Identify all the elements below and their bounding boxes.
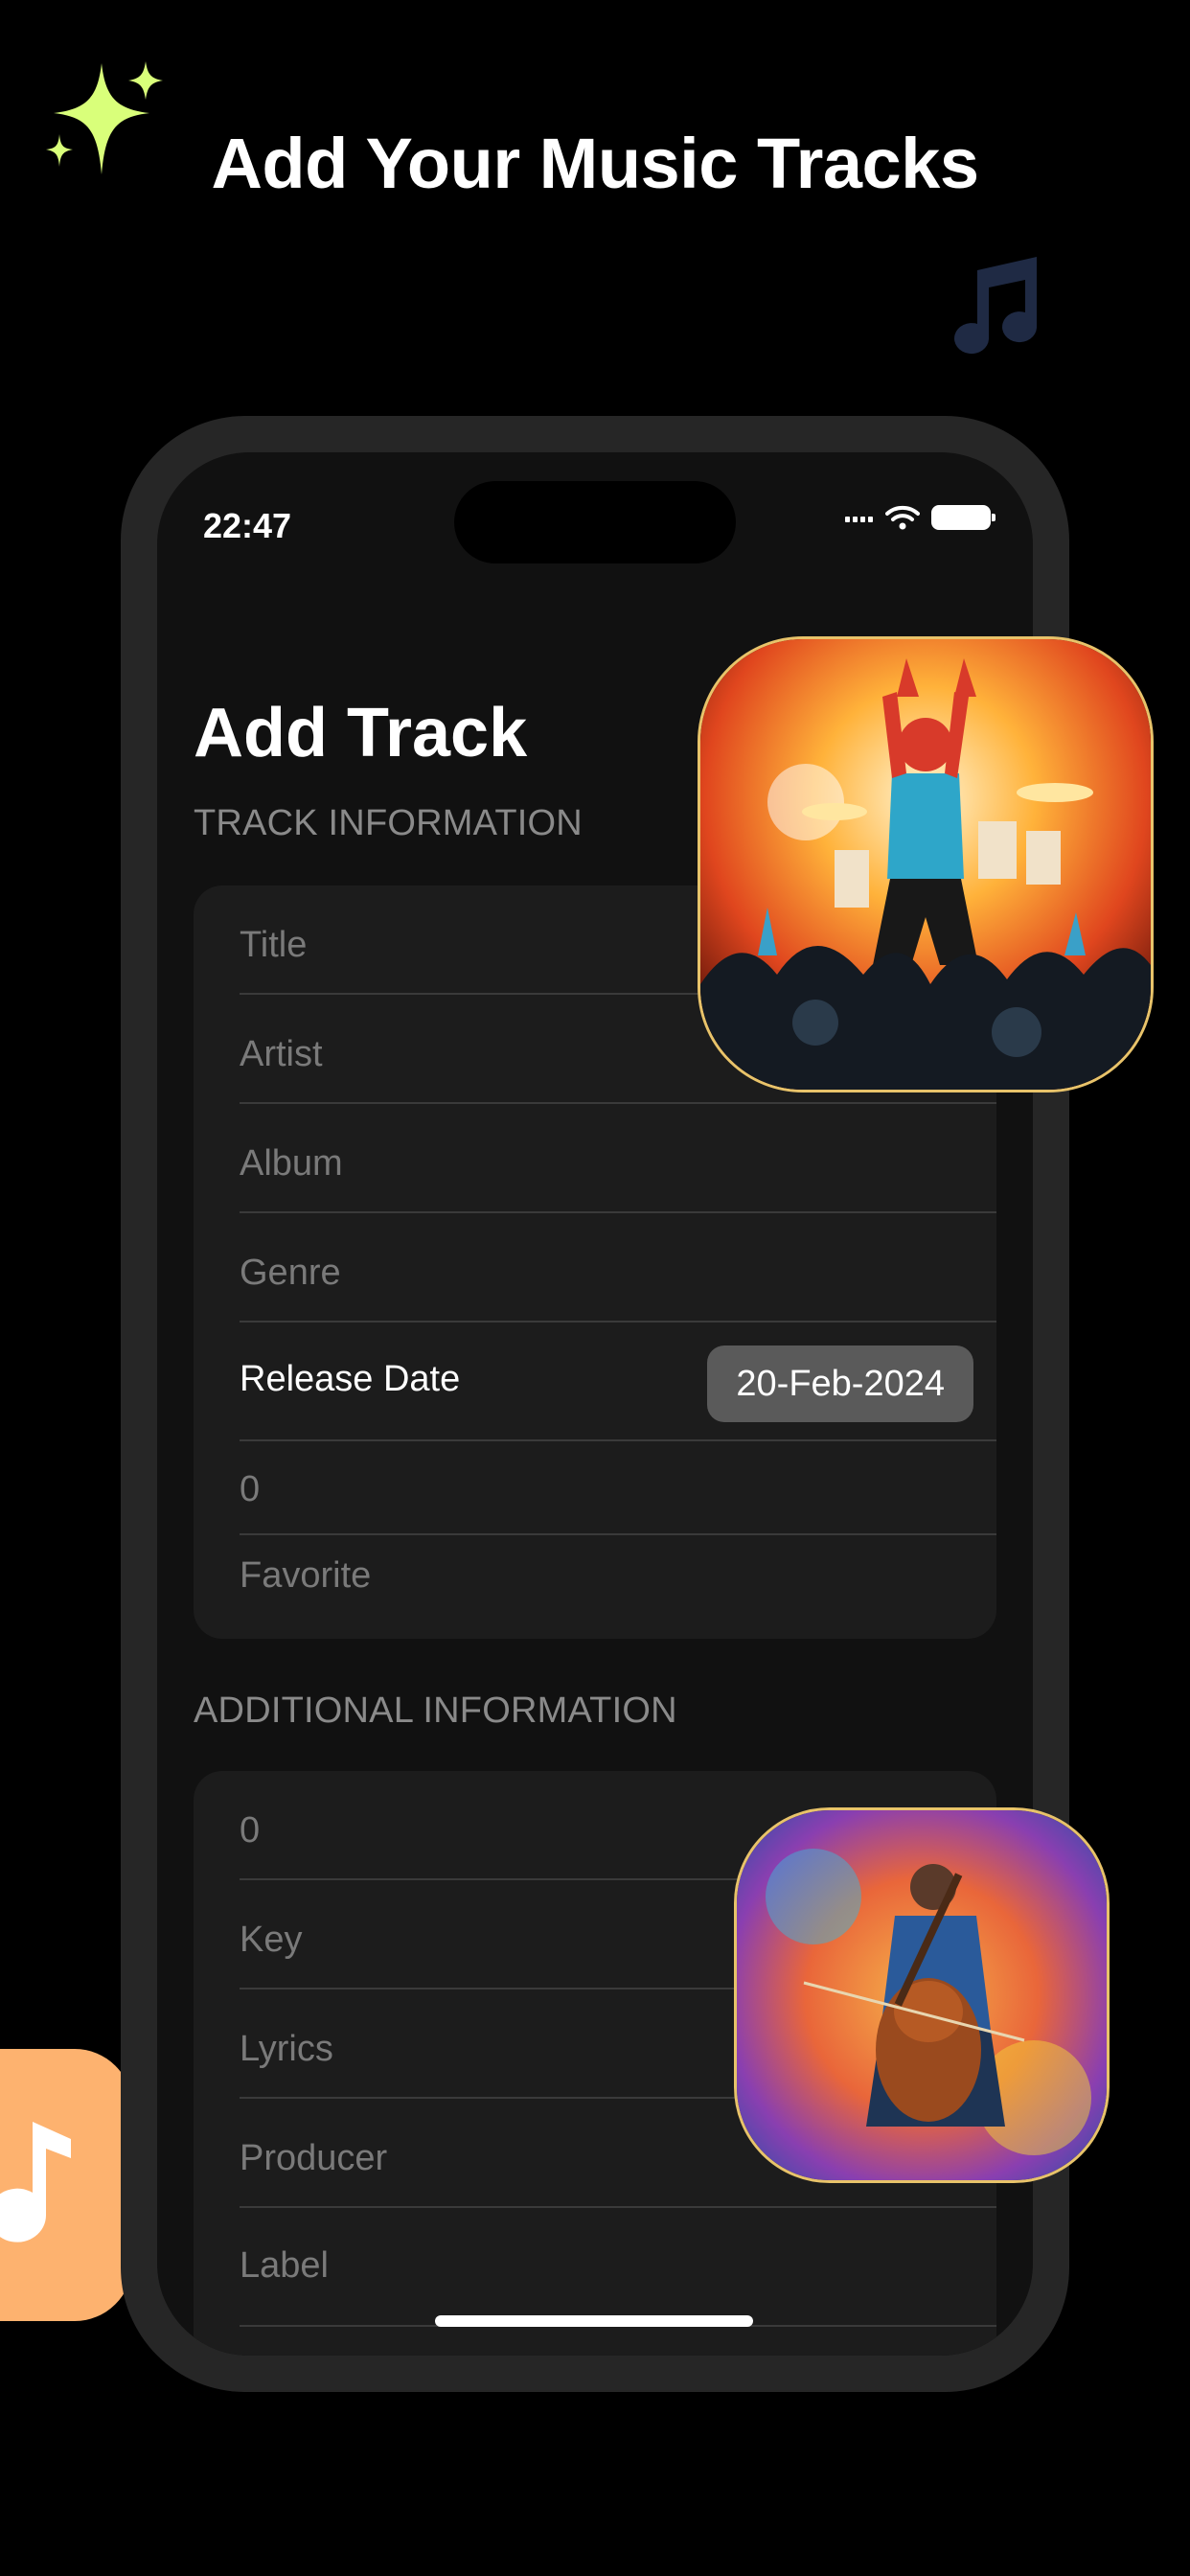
- section-header-track: TRACK INFORMATION: [194, 803, 583, 843]
- label-field[interactable]: Label: [240, 2208, 996, 2327]
- app-tile: [0, 2049, 132, 2321]
- release-date-label: Release Date: [240, 1359, 461, 1399]
- page-headline: Add Your Music Tracks: [211, 124, 979, 203]
- release-date-row: Release Date 20-Feb-2024: [240, 1322, 996, 1441]
- number-placeholder: 0: [240, 1469, 261, 1509]
- genre-placeholder: Genre: [240, 1253, 341, 1293]
- release-date-picker[interactable]: 20-Feb-2024: [707, 1346, 973, 1422]
- wifi-icon: [885, 505, 920, 530]
- battery-icon: [931, 505, 995, 530]
- cellist-artwork: [734, 1807, 1110, 2183]
- status-time: 22:47: [203, 506, 292, 545]
- additional-number-placeholder: 0: [240, 1810, 261, 1851]
- favorite-field[interactable]: Favorite: [240, 1535, 996, 1631]
- album-placeholder: Album: [240, 1143, 343, 1184]
- home-indicator: [435, 2315, 753, 2327]
- number-field[interactable]: 0: [240, 1441, 996, 1535]
- key-placeholder: Key: [240, 1920, 303, 1960]
- lyrics-placeholder: Lyrics: [240, 2029, 333, 2069]
- title-placeholder: Title: [240, 925, 308, 965]
- status-icons: [845, 504, 995, 531]
- artist-placeholder: Artist: [240, 1034, 323, 1074]
- label-placeholder: Label: [240, 2245, 329, 2286]
- dynamic-island: [454, 481, 736, 564]
- genre-field[interactable]: Genre: [240, 1213, 996, 1322]
- favorite-placeholder: Favorite: [240, 1555, 372, 1596]
- rock-concert-artwork: [698, 636, 1154, 1092]
- music-note-icon: [0, 2122, 71, 2242]
- signal-icon: [845, 513, 874, 522]
- music-note-icon: [949, 251, 1044, 361]
- page-title: Add Track: [194, 695, 528, 771]
- producer-placeholder: Producer: [240, 2138, 388, 2178]
- section-header-additional: ADDITIONAL INFORMATION: [194, 1690, 677, 1731]
- album-field[interactable]: Album: [240, 1104, 996, 1213]
